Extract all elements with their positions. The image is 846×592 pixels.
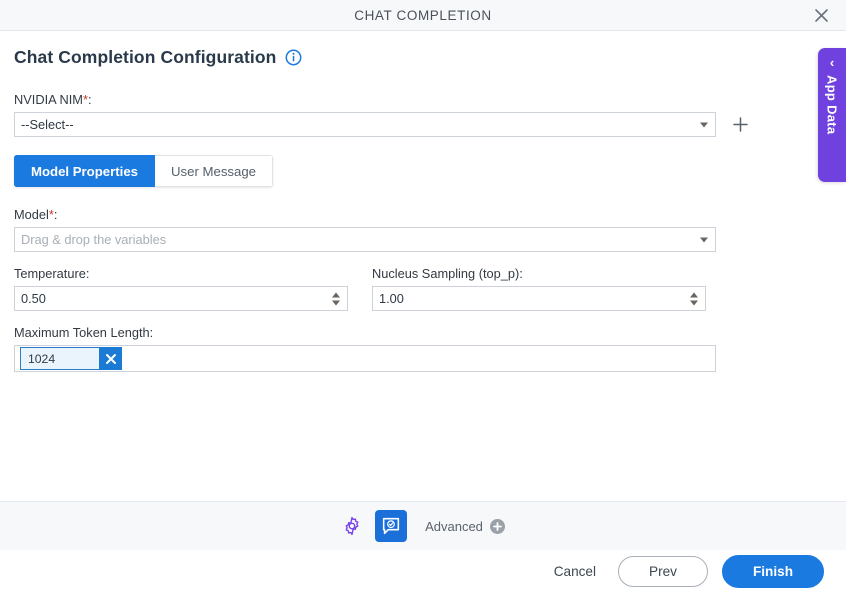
- nvidia-nim-value: --Select--: [21, 117, 74, 132]
- sampling-row: Temperature: 0.50 Nucleus Sampling (top_…: [14, 266, 832, 311]
- plus-icon: [732, 117, 748, 132]
- model-placeholder: Drag & drop the variables: [21, 232, 167, 247]
- close-icon: [105, 353, 116, 364]
- model-label: Model*:: [14, 207, 832, 222]
- token-chip-value: 1024: [28, 351, 56, 366]
- model-label-text: Model: [14, 207, 49, 222]
- nucleus-sampling-field: Nucleus Sampling (top_p): 1.00: [372, 266, 706, 311]
- page-title: Chat Completion Configuration: [14, 47, 277, 67]
- temperature-input[interactable]: 0.50: [14, 286, 348, 311]
- remove-token-chip-button[interactable]: [99, 347, 122, 370]
- model-select[interactable]: Drag & drop the variables: [14, 227, 716, 252]
- advanced-label: Advanced: [425, 518, 483, 534]
- cancel-button[interactable]: Cancel: [546, 558, 604, 585]
- tab-model-properties[interactable]: Model Properties: [14, 155, 155, 187]
- info-icon[interactable]: [285, 49, 302, 66]
- maximum-token-length-label: Maximum Token Length:: [14, 325, 154, 340]
- settings-button[interactable]: [341, 515, 363, 537]
- advanced-toggle[interactable]: Advanced: [425, 518, 505, 534]
- chat-check-icon: [382, 517, 400, 535]
- close-icon: [814, 8, 828, 22]
- tab-user-message[interactable]: User Message: [155, 155, 274, 187]
- model-field: Model*: Drag & drop the variables: [14, 207, 832, 252]
- stepper-down-icon[interactable]: [332, 300, 340, 305]
- temperature-stepper[interactable]: [332, 292, 340, 305]
- finish-button[interactable]: Finish: [721, 554, 824, 588]
- close-dialog-button[interactable]: [810, 4, 832, 26]
- bottom-toolbar: Advanced: [0, 501, 846, 550]
- dialog-footer: Cancel Prev Finish: [0, 550, 846, 592]
- add-nvidia-nim-button[interactable]: [730, 115, 750, 135]
- chevron-down-icon: [700, 237, 708, 242]
- nvidia-nim-select[interactable]: --Select--: [14, 112, 716, 137]
- maximum-token-length-field: Maximum Token Length: 1024: [14, 325, 832, 372]
- stepper-up-icon[interactable]: [332, 292, 340, 297]
- temperature-field: Temperature: 0.50: [14, 266, 348, 311]
- label-colon: :: [87, 92, 92, 107]
- nucleus-sampling-value: 1.00: [379, 291, 404, 306]
- nvidia-nim-label-text: NVIDIA NIM: [14, 92, 83, 107]
- temperature-label: Temperature:: [14, 266, 90, 281]
- dialog-title: CHAT COMPLETION: [354, 7, 492, 23]
- prev-button[interactable]: Prev: [618, 555, 708, 587]
- nucleus-sampling-input[interactable]: 1.00: [372, 286, 706, 311]
- gear-icon: [345, 516, 359, 536]
- dialog-titlebar: CHAT COMPLETION: [0, 0, 846, 31]
- chat-completion-dialog: CHAT COMPLETION ‹ App Data Chat Completi…: [0, 0, 846, 592]
- label-colon: :: [53, 207, 58, 222]
- maximum-token-length-input[interactable]: 1024: [14, 345, 716, 372]
- temperature-value: 0.50: [21, 291, 46, 306]
- nvidia-nim-field: NVIDIA NIM*: --Select--: [14, 92, 832, 137]
- chat-completion-button[interactable]: [375, 510, 408, 542]
- plus-circle-icon: [493, 521, 502, 531]
- advanced-add-button[interactable]: [489, 518, 505, 534]
- stepper-up-icon[interactable]: [690, 292, 698, 297]
- stepper-down-icon[interactable]: [690, 300, 698, 305]
- nvidia-nim-row: --Select--: [14, 112, 832, 137]
- dialog-body: Chat Completion Configuration NVIDIA NIM…: [0, 31, 846, 501]
- nucleus-sampling-stepper[interactable]: [690, 292, 698, 305]
- token-chip[interactable]: 1024: [20, 347, 122, 370]
- chevron-down-icon: [700, 122, 708, 127]
- nvidia-nim-label: NVIDIA NIM*:: [14, 92, 832, 107]
- nucleus-sampling-label: Nucleus Sampling (top_p):: [372, 266, 523, 281]
- page-title-row: Chat Completion Configuration: [14, 47, 832, 68]
- properties-tabs: Model Properties User Message: [14, 155, 274, 187]
